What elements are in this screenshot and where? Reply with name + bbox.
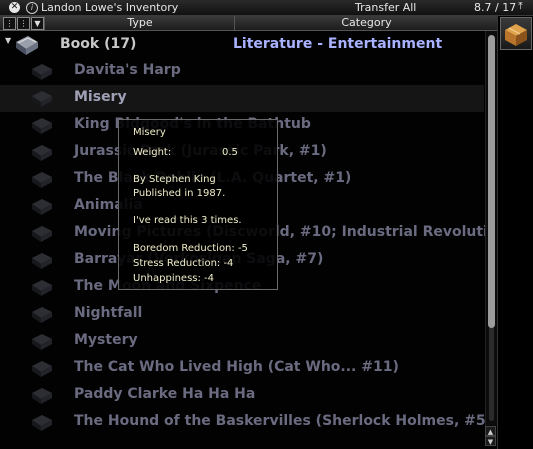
list-item[interactable]: Paddy Clarke Ha Ha Ha	[0, 382, 484, 409]
info-icon[interactable]: i	[26, 2, 38, 14]
book-icon	[32, 361, 52, 377]
item-name: Misery	[74, 89, 127, 105]
book-icon	[32, 334, 52, 350]
book-icon	[32, 226, 52, 242]
item-name: Paddy Clarke Ha Ha Ha	[74, 386, 256, 402]
collapse-all-icon[interactable]: ⋮	[17, 17, 30, 30]
item-name: Davita's Harp	[74, 62, 181, 78]
book-icon	[32, 388, 52, 404]
weight-readout: 8.7 / 17	[474, 1, 517, 14]
inventory-box-icon[interactable]	[500, 17, 532, 50]
group-row-book[interactable]: ▼ Book (17) Literature - Entertainment	[0, 31, 484, 59]
book-icon	[32, 118, 52, 134]
list-item[interactable]: Mystery	[0, 328, 484, 355]
scroll-buttons: ▲ ▼	[485, 426, 496, 448]
column-type-header[interactable]: Type	[44, 16, 235, 30]
book-icon	[16, 36, 38, 55]
item-tooltip: Misery Weight: 0.5 By Stephen King Publi…	[118, 119, 278, 290]
vertical-scrollbar[interactable]	[485, 31, 497, 426]
book-icon	[32, 307, 52, 323]
book-icon	[32, 253, 52, 269]
collapse-icon[interactable]: ⤒	[515, 1, 526, 13]
list-item[interactable]: The Cat Who Lived High (Cat Who... #11)	[0, 355, 484, 382]
group-category: Literature - Entertainment	[233, 36, 443, 52]
book-icon	[32, 91, 52, 107]
inventory-window: ✕ i Landon Lowe's Inventory Transfer All…	[0, 0, 533, 449]
scroll-down-button[interactable]: ▼	[485, 436, 496, 446]
tooltip-weight-value: 0.5	[222, 147, 238, 158]
group-name: Book (17)	[60, 36, 137, 52]
book-icon	[32, 280, 52, 296]
tooltip-author: By Stephen King	[133, 174, 216, 185]
expand-all-icon[interactable]: ⋮	[3, 17, 16, 30]
column-category-header[interactable]: Category	[234, 16, 498, 30]
list-controls: ⋮ ⋮ ▼	[3, 17, 44, 30]
item-name: The Cat Who Lived High (Cat Who... #11)	[74, 359, 399, 375]
tooltip-unhappiness: Unhappiness: -4	[133, 273, 215, 284]
side-panel	[497, 16, 533, 449]
tooltip-boredom: Boredom Reduction: -5	[133, 243, 248, 254]
book-icon	[32, 172, 52, 188]
filter-icon[interactable]: ▼	[31, 17, 44, 30]
window-title: Landon Lowe's Inventory	[41, 1, 179, 14]
tooltip-read-count: I've read this 3 times.	[133, 215, 242, 226]
item-name: The Hound of the Baskervilles (Sherlock …	[74, 413, 493, 429]
tooltip-stress: Stress Reduction: -4	[133, 258, 234, 269]
list-item[interactable]: Nightfall	[0, 301, 484, 328]
list-item[interactable]: Misery	[0, 85, 484, 112]
scroll-up-button[interactable]: ▲	[485, 426, 496, 436]
close-icon[interactable]: ✕	[9, 2, 20, 13]
tooltip-weight-label: Weight:	[133, 147, 172, 158]
item-name: Nightfall	[74, 305, 143, 321]
item-name: Mystery	[74, 332, 138, 348]
tooltip-published: Published in 1987.	[133, 188, 226, 199]
list-item[interactable]: Davita's Harp	[0, 58, 484, 85]
book-icon	[32, 415, 52, 431]
book-icon	[32, 64, 52, 80]
expand-triangle-icon[interactable]: ▼	[5, 36, 11, 45]
book-icon	[32, 199, 52, 215]
list-item[interactable]: The Hound of the Baskervilles (Sherlock …	[0, 409, 492, 436]
tooltip-title: Misery	[133, 127, 166, 138]
transfer-all-button[interactable]: Transfer All	[355, 0, 416, 15]
column-header: ⋮ ⋮ ▼ Type Category	[0, 16, 497, 31]
book-icon	[32, 145, 52, 161]
title-bar[interactable]: ✕ i Landon Lowe's Inventory Transfer All…	[0, 0, 533, 16]
scroll-thumb[interactable]	[488, 35, 495, 328]
